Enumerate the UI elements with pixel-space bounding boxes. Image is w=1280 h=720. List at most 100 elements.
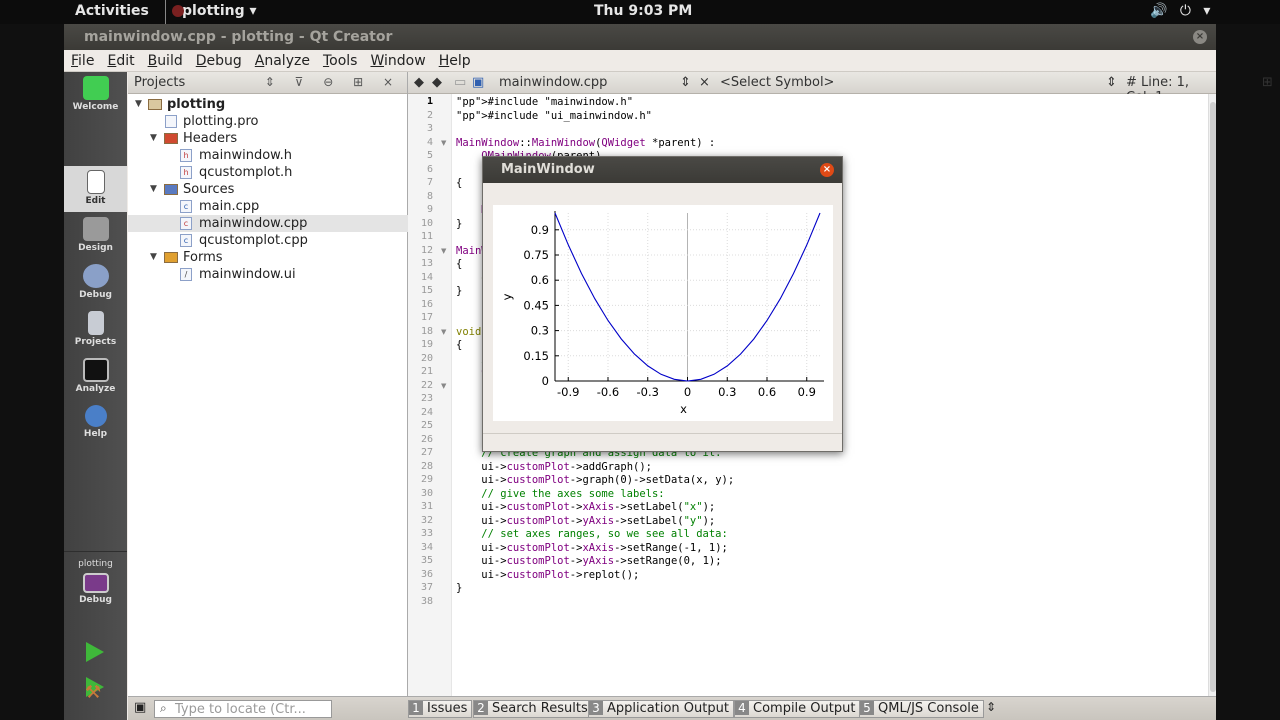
code-line[interactable]: { xyxy=(456,339,462,351)
application-output-tab[interactable]: 3 Application Output xyxy=(588,700,734,718)
tab-label: Issues xyxy=(427,701,468,716)
tree-item-folder[interactable]: ▼ Headers xyxy=(128,130,408,147)
mode-design[interactable]: Design xyxy=(64,213,127,259)
mode-help[interactable]: Help xyxy=(64,401,127,447)
run-icon[interactable] xyxy=(86,642,104,662)
code-line[interactable]: ui->customPlot->graph(0)->setData(x, y); xyxy=(456,474,734,486)
code-line[interactable]: // give the axes some labels: xyxy=(456,488,664,500)
menu-build[interactable]: Build xyxy=(141,50,189,69)
code-line[interactable]: { xyxy=(456,177,462,189)
tree-item-folder[interactable]: ▼ Sources xyxy=(128,181,408,198)
code-line[interactable]: MainWindow::MainWindow(QWidget *parent) … xyxy=(456,137,715,149)
nav-back-icon[interactable]: ◆ xyxy=(414,75,424,90)
tree-item-project[interactable]: ▼ plotting xyxy=(128,96,408,113)
menu-tools[interactable]: Tools xyxy=(316,50,364,69)
system-menu[interactable]: 🔊 ⏻ ▾ xyxy=(1150,3,1214,19)
open-document-combo[interactable]: mainwindow.cpp xyxy=(499,75,607,90)
code-line[interactable]: "pp">#include "ui_mainwindow.h" xyxy=(456,110,652,122)
code-line[interactable]: ui->customPlot->replot(); xyxy=(456,569,639,581)
mode-debug[interactable]: Debug xyxy=(64,260,127,306)
search-icon: ⌕ xyxy=(160,701,167,715)
activities-button[interactable]: Activities xyxy=(75,3,149,19)
plot-canvas[interactable]: -0.9 -0.6 -0.3 0 0.3 0.6 0.9 0 0.15 0.3 0.45 0.6 0.7… xyxy=(493,205,833,421)
tree-item-file[interactable]: h qcustomplot.h xyxy=(128,164,408,181)
pro-file-icon xyxy=(165,115,177,128)
fold-marker-icon[interactable]: ▼ xyxy=(441,139,446,147)
tree-item-label: qcustomplot.h xyxy=(199,165,293,180)
cpp-file-icon: c xyxy=(180,200,192,213)
mode-edit[interactable]: Edit xyxy=(64,166,127,212)
compile-output-tab[interactable]: 4 Compile Output xyxy=(734,700,861,718)
menu-help[interactable]: Help xyxy=(432,50,477,69)
line-number: 9 xyxy=(426,204,433,215)
code-line[interactable]: } xyxy=(456,218,462,230)
x-tick-label: 0.9 xyxy=(798,385,816,399)
menu-debug[interactable]: Debug xyxy=(189,50,248,69)
code-line[interactable]: ui->customPlot->addGraph(); xyxy=(456,461,652,473)
window-close-button[interactable]: × xyxy=(1193,30,1207,44)
mode-welcome[interactable]: Welcome xyxy=(64,72,127,118)
projects-panel-title[interactable]: Projects xyxy=(134,75,185,90)
fold-marker-icon[interactable]: ▼ xyxy=(441,382,446,390)
symbol-combo-arrow-icon[interactable]: ⇕ xyxy=(1106,75,1117,90)
code-line[interactable]: } xyxy=(456,285,462,297)
nav-forward-icon[interactable]: ◆ xyxy=(432,75,442,90)
app-menu[interactable]: plotting ▾ xyxy=(165,0,263,24)
tree-item-folder[interactable]: ▼ Forms xyxy=(128,249,408,266)
tree-item-file[interactable]: c qcustomplot.cpp xyxy=(128,232,408,249)
menu-window[interactable]: Window xyxy=(363,50,431,69)
line-number: 8 xyxy=(426,190,433,202)
tree-item-file[interactable]: h mainwindow.h xyxy=(128,147,408,164)
code-line[interactable]: ui->customPlot->yAxis->setLabel("y"); xyxy=(456,515,715,527)
close-document-icon[interactable]: × xyxy=(699,75,710,90)
tab-number: 3 xyxy=(589,701,603,715)
code-line[interactable]: ui->customPlot->yAxis->setRange(0, 1); xyxy=(456,555,721,567)
code-line[interactable]: // set axes ranges, so we see all data: xyxy=(456,528,728,540)
edit-document-icon xyxy=(86,170,105,194)
tree-item-file[interactable]: plotting.pro xyxy=(128,113,408,130)
kit-target-selector[interactable]: plotting Debug xyxy=(64,556,127,618)
build-hammer-icon[interactable]: ⚒ xyxy=(85,682,105,703)
more-panes-icon[interactable]: ⇕ xyxy=(986,700,996,714)
mode-selector: Welcome Edit Design Debug Projects Analy… xyxy=(64,72,127,720)
projects-icon xyxy=(87,311,104,335)
mode-analyze[interactable]: Analyze xyxy=(64,354,127,400)
window-titlebar[interactable]: mainwindow.cpp - plotting - Qt Creator × xyxy=(64,24,1216,50)
mainwindow-titlebar[interactable]: MainWindow × xyxy=(483,157,842,183)
search-results-tab[interactable]: 2 Search Results xyxy=(473,700,593,718)
issues-tab[interactable]: 1 Issues xyxy=(408,700,473,718)
fold-marker-icon[interactable]: ▼ xyxy=(441,247,446,255)
code-line[interactable]: { xyxy=(456,258,462,270)
panel-tool-buttons[interactable]: ⇕ ⊽ ⊖ ⊞ × xyxy=(265,75,401,89)
tree-item-file[interactable]: / mainwindow.ui xyxy=(128,266,408,283)
y-tick-label: 0.45 xyxy=(523,298,549,312)
qml-js-console-tab[interactable]: 5 QML/JS Console xyxy=(859,700,984,718)
mode-projects[interactable]: Projects xyxy=(64,307,127,353)
document-combo-arrow-icon[interactable]: ⇕ xyxy=(680,75,691,90)
tree-item-file-selected[interactable]: c mainwindow.cpp xyxy=(128,215,408,232)
x-tick-label: 0 xyxy=(684,385,691,399)
fold-marker-icon[interactable]: ▼ xyxy=(441,328,446,336)
symbol-combo[interactable]: <Select Symbol> xyxy=(720,75,834,90)
toggle-sidebar-icon[interactable]: ▣ xyxy=(134,700,146,715)
clock[interactable]: Thu 9:03 PM xyxy=(594,3,692,19)
code-line[interactable]: "pp">#include "mainwindow.h" xyxy=(456,96,633,108)
menu-file[interactable]: File xyxy=(64,50,100,69)
mainwindow-close-button[interactable]: × xyxy=(820,163,834,177)
tab-label: QML/JS Console xyxy=(878,701,979,716)
window-title: mainwindow.cpp - plotting - Qt Creator xyxy=(84,29,393,45)
code-line[interactable]: ui->customPlot->xAxis->setRange(-1, 1); xyxy=(456,542,728,554)
y-tick-label: 0.6 xyxy=(531,273,549,287)
split-editor-icon[interactable]: ⊞ xyxy=(1262,75,1273,90)
analyze-monitor-icon xyxy=(82,358,109,382)
locator-input[interactable]: Type to locate (Ctr... xyxy=(154,700,332,718)
menu-edit[interactable]: Edit xyxy=(100,50,140,69)
line-number: 32 xyxy=(420,514,433,526)
code-line[interactable]: ui->customPlot->xAxis->setLabel("x"); xyxy=(456,501,715,513)
menu-analyze[interactable]: Analyze xyxy=(248,50,316,69)
editor-scrollbar[interactable] xyxy=(1208,94,1216,696)
code-line[interactable]: } xyxy=(456,582,462,594)
custom-plot[interactable]: -0.9 -0.6 -0.3 0 0.3 0.6 0.9 0 0.15 0.3 0.45 0.6 0.7… xyxy=(493,205,833,421)
tree-item-file[interactable]: c main.cpp xyxy=(128,198,408,215)
scrollbar-thumb[interactable] xyxy=(1210,102,1216,692)
